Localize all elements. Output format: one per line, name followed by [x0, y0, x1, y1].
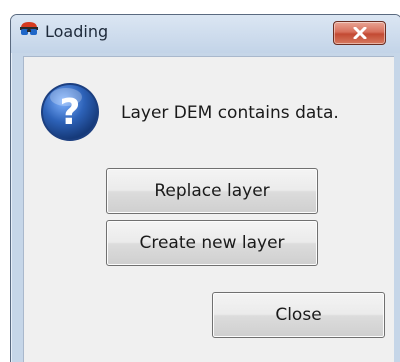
replace-layer-button[interactable]: Replace layer: [106, 168, 318, 214]
dialog-title: Loading: [45, 22, 109, 41]
titlebar-close-button[interactable]: [333, 21, 386, 45]
create-new-layer-button[interactable]: Create new layer: [106, 220, 318, 266]
svg-text:?: ?: [60, 92, 81, 133]
close-button[interactable]: Close: [212, 292, 385, 338]
question-icon: ?: [38, 80, 102, 144]
app-glasses-icon: [19, 21, 39, 37]
dialog-message: Layer DEM contains data.: [121, 103, 339, 123]
close-icon: [353, 27, 367, 39]
